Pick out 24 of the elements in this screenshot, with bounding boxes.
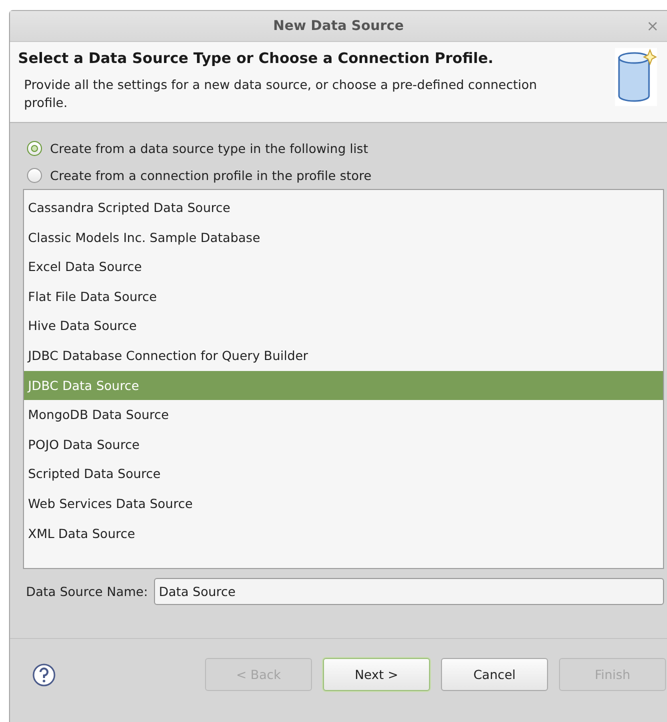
dialog-button[interactable]: Next >	[323, 658, 430, 691]
list-item[interactable]: Excel Data Source	[24, 252, 663, 282]
list-item[interactable]: MongoDB Data Source	[24, 400, 663, 430]
list-item[interactable]: Hive Data Source	[24, 311, 663, 341]
window-title: New Data Source	[273, 18, 404, 34]
list-item[interactable]: Flat File Data Source	[24, 282, 663, 312]
help-icon[interactable]	[32, 662, 56, 686]
field-label: Data Source Name:	[26, 584, 148, 599]
dialog-button[interactable]: Cancel	[441, 658, 548, 691]
name-field[interactable]: Data Source	[154, 578, 664, 605]
radio-label[interactable]: Create from a connection profile in the profile store	[50, 168, 372, 183]
list-item[interactable]: POJO Data Source	[24, 430, 663, 460]
list-item[interactable]: Web Services Data Source	[24, 488, 663, 519]
radio-button[interactable]	[27, 168, 42, 183]
page-description: Provide all the settings for a new data source, or choose a pre-defined connection profile.	[24, 76, 538, 112]
list-item[interactable]: Cassandra Scripted Data Source	[24, 193, 663, 223]
page-title: Select a Data Source Type or Choose a Connection Profile.	[18, 51, 494, 67]
database-icon	[615, 48, 657, 106]
radio-label[interactable]: Create from a data source type in the following list	[50, 141, 368, 156]
list-item[interactable]: XML Data Source	[24, 518, 663, 548]
list-item[interactable]: Scripted Data Source	[24, 459, 663, 489]
list-item[interactable]: JDBC Database Connection for Query Builder	[24, 340, 663, 371]
radio-button[interactable]	[27, 141, 42, 156]
list-item[interactable]: Classic Models Inc. Sample Database	[24, 222, 663, 252]
